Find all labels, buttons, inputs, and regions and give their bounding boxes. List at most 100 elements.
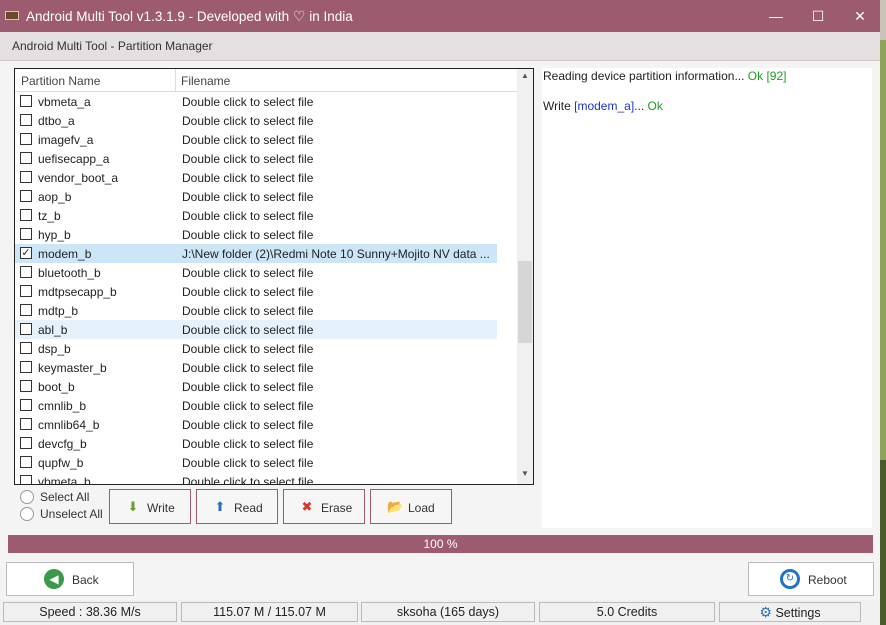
settings-button[interactable]: ⚙ Settings	[719, 602, 861, 622]
partition-checkbox[interactable]	[20, 342, 32, 354]
partition-row[interactable]: dsp_b Double click to select file	[15, 339, 497, 358]
partition-filename[interactable]: Double click to select file	[182, 95, 494, 109]
partition-row[interactable]: tz_b Double click to select file	[15, 206, 497, 225]
partition-row[interactable]: vendor_boot_a Double click to select file	[15, 168, 497, 187]
folder-icon: 📂	[387, 499, 404, 514]
progress-label: 100 %	[423, 537, 458, 551]
partition-filename[interactable]: Double click to select file	[182, 285, 494, 299]
reboot-label: Reboot	[808, 573, 847, 587]
partition-name: imagefv_a	[38, 133, 94, 147]
partition-checkbox[interactable]	[20, 152, 32, 164]
maximize-button[interactable]: ☐	[798, 0, 838, 32]
read-button[interactable]: ⬆ Read	[196, 489, 278, 524]
partition-filename[interactable]: Double click to select file	[182, 380, 494, 394]
partition-row[interactable]: hyp_b Double click to select file	[15, 225, 497, 244]
partition-filename[interactable]: Double click to select file	[182, 133, 494, 147]
partition-checkbox[interactable]	[20, 361, 32, 373]
partition-filename[interactable]: Double click to select file	[182, 475, 494, 484]
partition-filename[interactable]: Double click to select file	[182, 304, 494, 318]
column-divider[interactable]	[175, 69, 176, 91]
partition-row[interactable]: aop_b Double click to select file	[15, 187, 497, 206]
partition-checkbox[interactable]	[20, 304, 32, 316]
partition-filename[interactable]: Double click to select file	[182, 399, 494, 413]
partition-checkbox[interactable]	[20, 285, 32, 297]
column-header-partition[interactable]: Partition Name	[21, 74, 100, 88]
partition-checkbox[interactable]	[20, 399, 32, 411]
partition-row[interactable]: vbmeta_b Double click to select file	[15, 472, 497, 484]
partition-filename[interactable]: Double click to select file	[182, 114, 494, 128]
column-header-filename[interactable]: Filename	[181, 74, 230, 88]
partition-row[interactable]: uefisecapp_a Double click to select file	[15, 149, 497, 168]
partition-name: tz_b	[38, 209, 61, 223]
partition-checkbox[interactable]	[20, 323, 32, 335]
partition-filename[interactable]: Double click to select file	[182, 152, 494, 166]
partition-filename[interactable]: Double click to select file	[182, 418, 494, 432]
partition-filename[interactable]: Double click to select file	[182, 437, 494, 451]
partition-filename[interactable]: J:\New folder (2)\Redmi Note 10 Sunny+Mo…	[182, 247, 494, 261]
reboot-button[interactable]: ↻ Reboot	[748, 562, 874, 596]
partition-row[interactable]: imagefv_a Double click to select file	[15, 130, 497, 149]
vertical-scrollbar[interactable]: ▲ ▼	[517, 69, 533, 484]
partition-row[interactable]: cmnlib_b Double click to select file	[15, 396, 497, 415]
partition-filename[interactable]: Double click to select file	[182, 228, 494, 242]
partition-checkbox[interactable]	[20, 171, 32, 183]
partition-row[interactable]: mdtpsecapp_b Double click to select file	[15, 282, 497, 301]
partition-checkbox[interactable]	[20, 475, 32, 484]
partition-row[interactable]: ✓ modem_b J:\New folder (2)\Redmi Note 10 …	[15, 244, 497, 263]
partition-checkbox[interactable]: ✓	[20, 247, 32, 259]
partition-checkbox[interactable]	[20, 456, 32, 468]
partition-checkbox[interactable]	[20, 266, 32, 278]
partition-checkbox[interactable]	[20, 114, 32, 126]
select-all-label: Select All	[40, 490, 90, 504]
partition-checkbox[interactable]	[20, 228, 32, 240]
partition-checkbox[interactable]	[20, 133, 32, 145]
select-all-radio[interactable]	[20, 490, 34, 504]
desktop-background	[880, 0, 886, 625]
subtitle-text: Android Multi Tool - Partition Manager	[12, 39, 213, 53]
partition-checkbox[interactable]	[20, 380, 32, 392]
partition-row[interactable]: cmnlib64_b Double click to select file	[15, 415, 497, 434]
partition-row[interactable]: bluetooth_b Double click to select file	[15, 263, 497, 282]
partition-name: qupfw_b	[38, 456, 84, 470]
unselect-all-radio[interactable]	[20, 507, 34, 521]
load-button[interactable]: 📂 Load	[370, 489, 452, 524]
credits-status: 5.0 Credits	[539, 602, 715, 622]
partition-filename[interactable]: Double click to select file	[182, 323, 494, 337]
close-button[interactable]: ✕	[840, 0, 880, 32]
status-bar: Speed : 38.36 M/s 115.07 M / 115.07 M sk…	[0, 600, 880, 625]
scrollbar-thumb[interactable]	[518, 261, 532, 343]
partition-filename[interactable]: Double click to select file	[182, 342, 494, 356]
partition-list[interactable]: Partition Name Filename vbmeta_a Double c…	[14, 68, 534, 485]
partition-rows: vbmeta_a Double click to select file dtbo_…	[15, 92, 517, 484]
log-line: Write [modem_a]... Ok	[543, 99, 663, 113]
partition-row[interactable]: abl_b Double click to select file	[15, 320, 497, 339]
partition-row[interactable]: dtbo_a Double click to select file	[15, 111, 497, 130]
partition-filename[interactable]: Double click to select file	[182, 171, 494, 185]
erase-button[interactable]: ✖ Erase	[283, 489, 365, 524]
partition-row[interactable]: boot_b Double click to select file	[15, 377, 497, 396]
scroll-up-arrow-icon[interactable]: ▲	[517, 71, 533, 80]
partition-filename[interactable]: Double click to select file	[182, 266, 494, 280]
partition-name: mdtp_b	[38, 304, 79, 318]
partition-checkbox[interactable]	[20, 437, 32, 449]
partition-checkbox[interactable]	[20, 95, 32, 107]
partition-checkbox[interactable]	[20, 190, 32, 202]
partition-row[interactable]: keymaster_b Double click to select file	[15, 358, 497, 377]
partition-row[interactable]: qupfw_b Double click to select file	[15, 453, 497, 472]
erase-x-icon: ✖	[301, 499, 313, 514]
partition-checkbox[interactable]	[20, 418, 32, 430]
partition-row[interactable]: devcfg_b Double click to select file	[15, 434, 497, 453]
partition-filename[interactable]: Double click to select file	[182, 209, 494, 223]
partition-filename[interactable]: Double click to select file	[182, 456, 494, 470]
scroll-down-arrow-icon[interactable]: ▼	[517, 469, 533, 478]
partition-filename[interactable]: Double click to select file	[182, 190, 494, 204]
list-header: Partition Name Filename	[15, 69, 517, 92]
partition-checkbox[interactable]	[20, 209, 32, 221]
partition-filename[interactable]: Double click to select file	[182, 361, 494, 375]
unselect-all-label: Unselect All	[40, 507, 103, 521]
partition-row[interactable]: mdtp_b Double click to select file	[15, 301, 497, 320]
write-button[interactable]: ⬇ Write	[109, 489, 191, 524]
back-button[interactable]: ◀ Back	[6, 562, 134, 596]
partition-row[interactable]: vbmeta_a Double click to select file	[15, 92, 497, 111]
minimize-button[interactable]: —	[756, 0, 796, 32]
